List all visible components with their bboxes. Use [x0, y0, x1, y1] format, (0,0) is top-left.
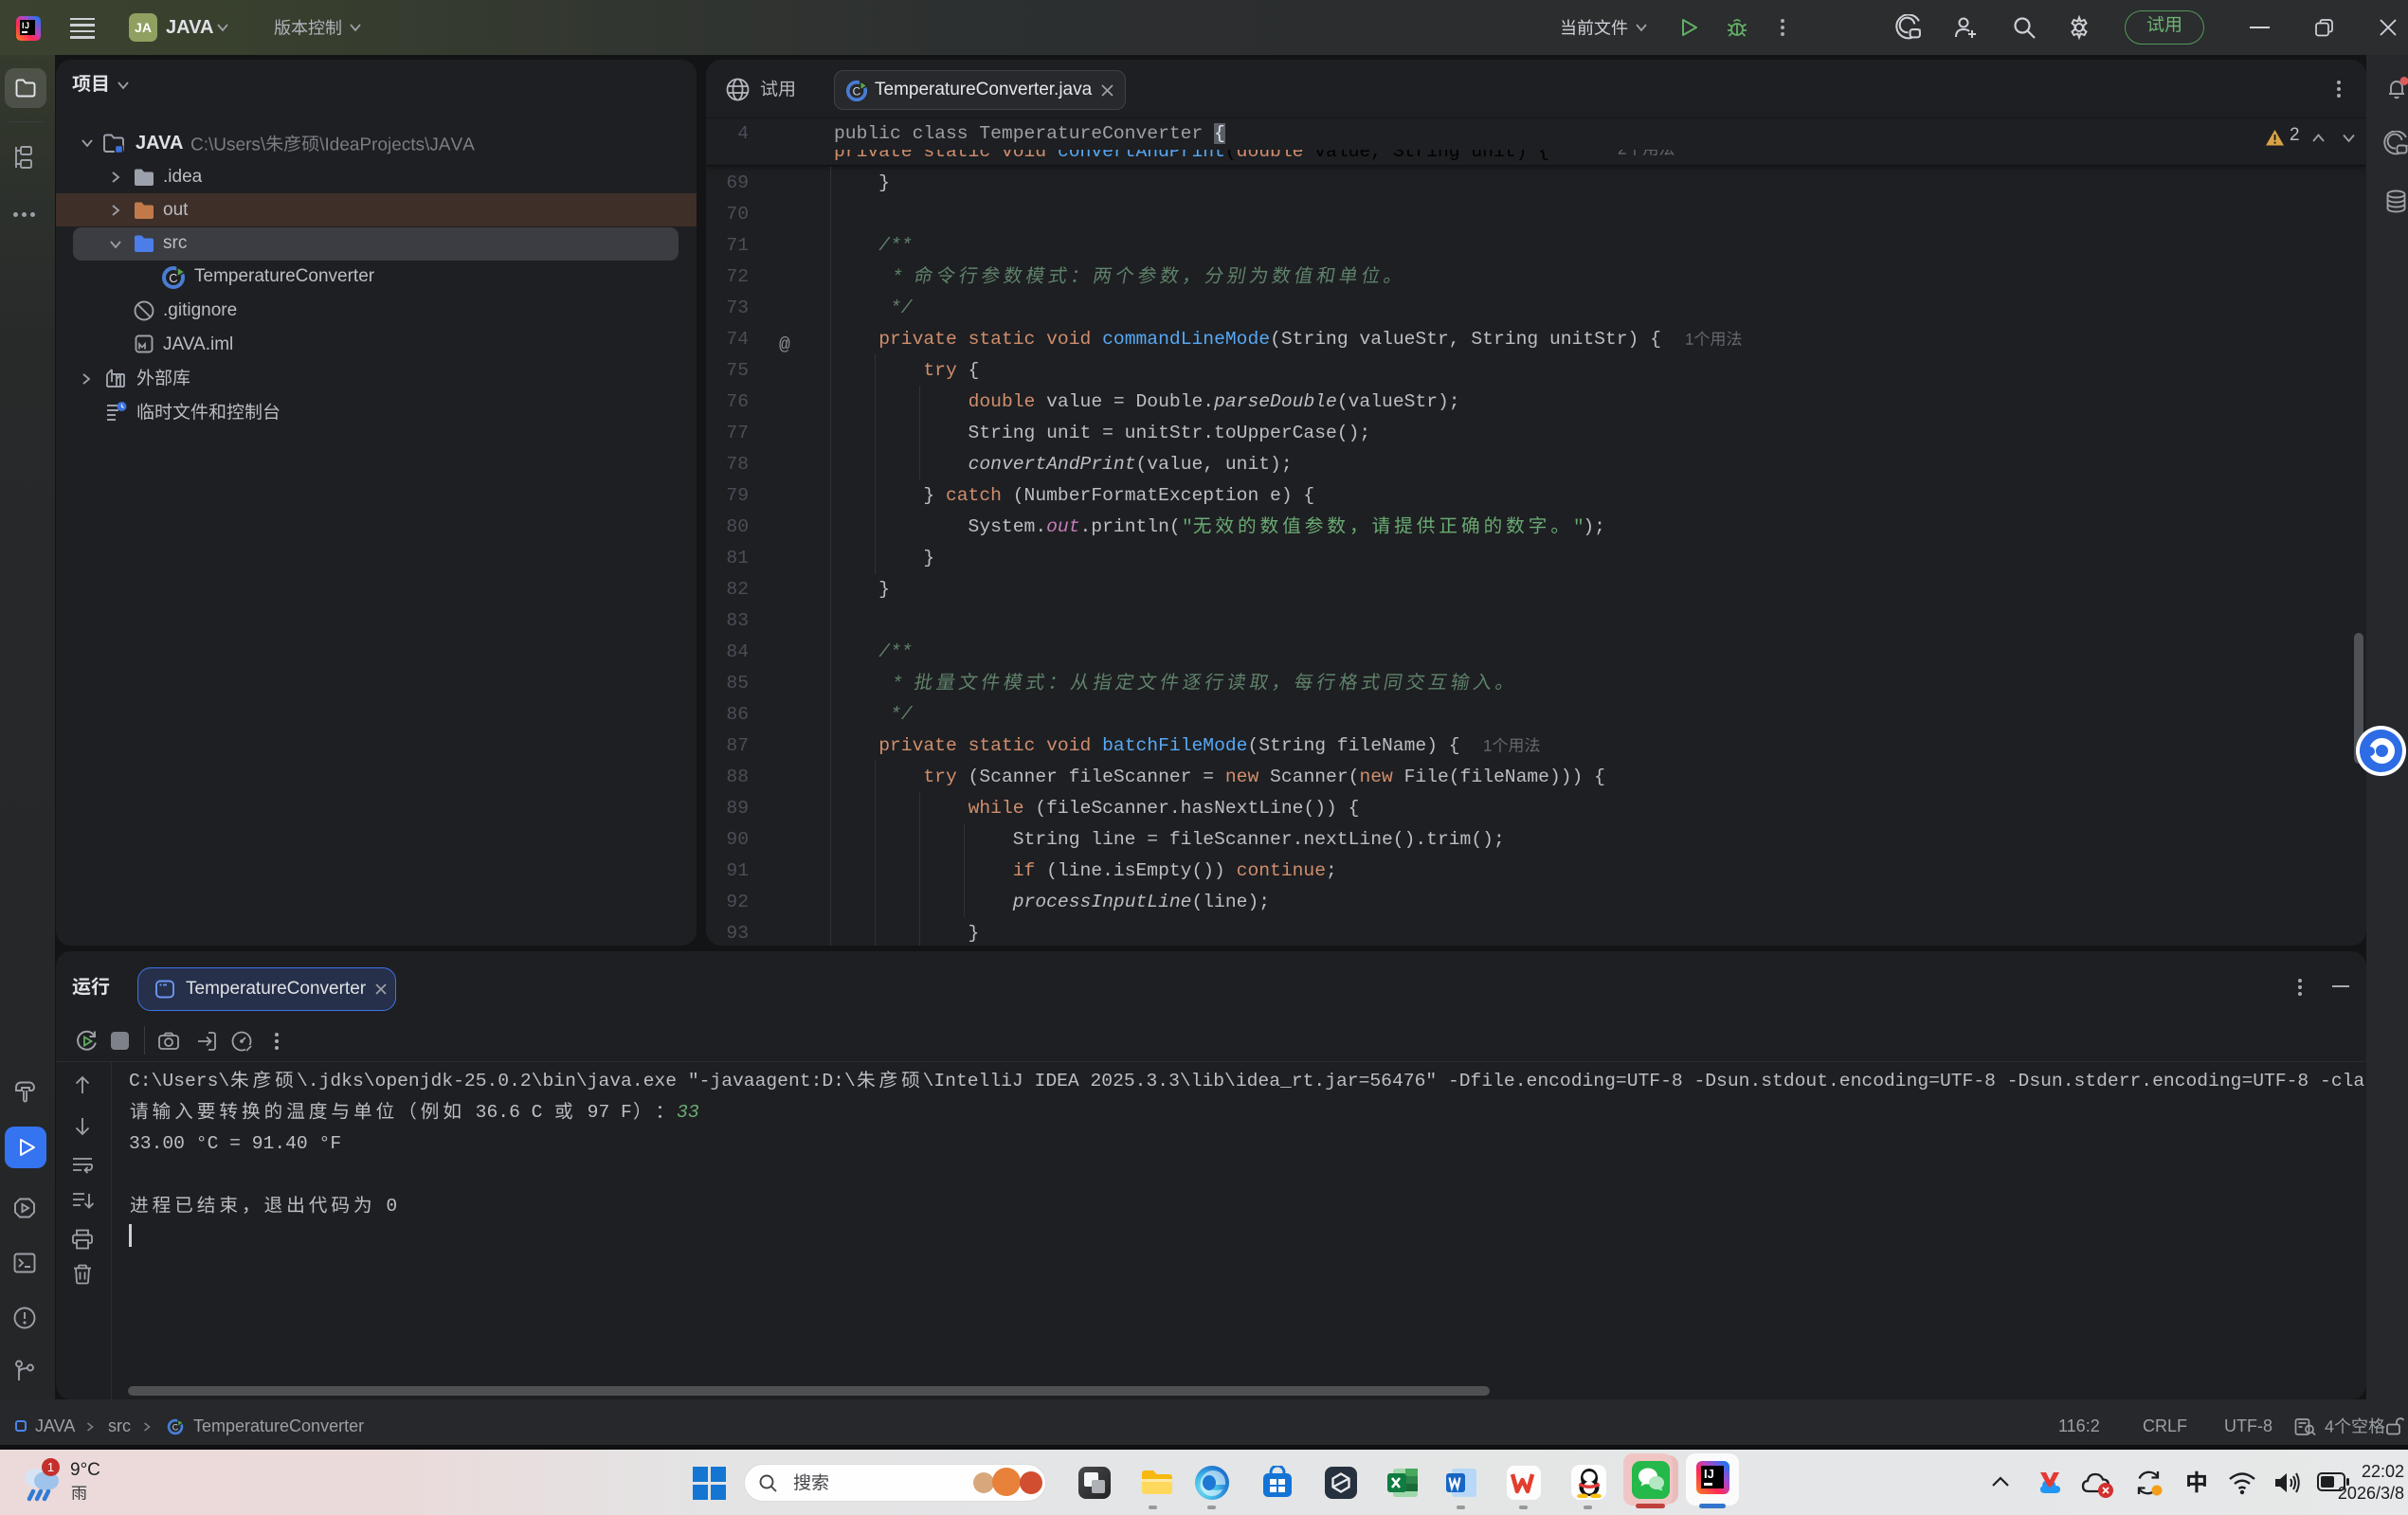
svg-text:C: C [169, 271, 177, 285]
